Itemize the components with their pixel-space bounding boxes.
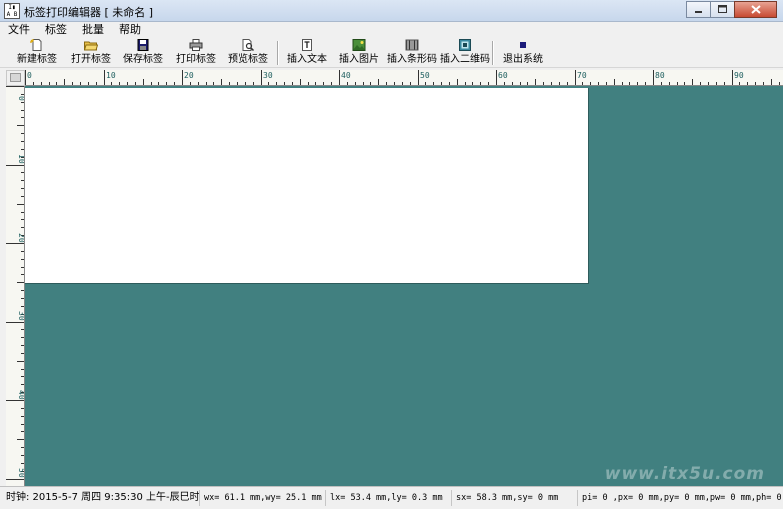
vertical-ruler-graphic: 0 10 20 30 40 50 <box>6 86 25 480</box>
close-button[interactable] <box>734 1 777 18</box>
ruler-corner[interactable] <box>6 70 25 86</box>
window-controls <box>686 1 777 19</box>
menu-file[interactable]: 文件 <box>0 22 37 38</box>
ruler-origin-knob[interactable] <box>10 73 21 82</box>
new-document-icon <box>30 39 42 51</box>
watermark: www.itx5u.com <box>604 464 765 484</box>
ruler-h-label: 20 <box>184 71 194 80</box>
exit-system-label: 退出系统 <box>503 54 543 65</box>
horizontal-ruler: 0 10 20 30 40 50 60 70 80 90 <box>25 70 783 86</box>
insert-barcode-button[interactable]: 插入条形码 <box>387 39 437 67</box>
ruler-h-label: 40 <box>341 71 351 80</box>
design-workspace[interactable]: www.itx5u.com <box>25 86 783 486</box>
status-parameters: pi= 0 ,px= 0 mm,py= 0 mm,pw= 0 mm,ph= 0 … <box>582 493 781 503</box>
ruler-v-label: 50 <box>17 468 25 478</box>
toolbar-separator <box>277 41 279 65</box>
minimize-icon <box>695 11 702 13</box>
ruler-h-label: 0 <box>27 71 32 80</box>
toolbar: 新建标签 打开标签 保存标签 打印标签 预览标签 插入文本 插入图片 插入条形码… <box>0 38 783 68</box>
status-object-position: lx= 53.4 mm,ly= 0.3 mm <box>328 490 452 506</box>
open-label-label: 打开标签 <box>71 54 111 65</box>
maximize-icon <box>718 5 727 13</box>
floppy-disk-icon <box>137 39 149 51</box>
status-mouse-position: wx= 61.1 mm,wy= 25.1 mm <box>202 490 326 506</box>
ruler-h-label: 80 <box>655 71 665 80</box>
status-clock: 时钟: 2015-5-7 周四 9:35:30 上午-辰巳时 <box>4 490 200 506</box>
close-icon <box>750 5 761 14</box>
maximize-button[interactable] <box>710 1 735 18</box>
ruler-h-label: 30 <box>263 71 273 80</box>
toolbar-separator <box>492 41 494 65</box>
menu-bar: 文件 标签 批量 帮助 <box>0 22 783 38</box>
ruler-v-label: 40 <box>17 390 25 400</box>
menu-help[interactable]: 帮助 <box>111 22 148 38</box>
title-bar[interactable]: I▮ A B 标签打印编辑器 [ 未命名 ] <box>0 0 783 22</box>
picture-icon <box>352 39 366 51</box>
menu-batch[interactable]: 批量 <box>74 22 111 38</box>
insert-qrcode-button[interactable]: 插入二维码 <box>440 39 490 67</box>
save-label-label: 保存标签 <box>123 54 163 65</box>
menu-label[interactable]: 标签 <box>37 22 74 38</box>
label-canvas[interactable] <box>25 88 589 284</box>
preview-label-button[interactable]: 预览标签 <box>228 39 268 67</box>
insert-image-label: 插入图片 <box>339 54 379 65</box>
insert-text-label: 插入文本 <box>287 54 327 65</box>
ruler-v-label: 30 <box>17 311 25 321</box>
exit-square-icon <box>520 42 526 48</box>
minimize-button[interactable] <box>686 1 711 18</box>
print-preview-icon <box>242 39 255 51</box>
ruler-h-label: 60 <box>498 71 508 80</box>
status-object-size: sx= 58.3 mm,sy= 0 mm <box>454 490 578 506</box>
new-label-button[interactable]: 新建标签 <box>17 39 57 67</box>
horizontal-ruler-graphic: 0 10 20 30 40 50 60 70 80 90 <box>25 70 780 85</box>
ruler-v-label: 20 <box>17 233 25 243</box>
ruler-v-label: 0 <box>17 96 25 101</box>
print-label-button[interactable]: 打印标签 <box>176 39 216 67</box>
app-logo-icon: I▮ A B <box>4 3 20 19</box>
preview-label-label: 预览标签 <box>228 54 268 65</box>
ruler-h-label: 10 <box>106 71 116 80</box>
status-bar: 时钟: 2015-5-7 周四 9:35:30 上午-辰巳时 wx= 61.1 … <box>0 486 783 509</box>
open-label-button[interactable]: 打开标签 <box>71 39 111 67</box>
insert-image-button[interactable]: 插入图片 <box>339 39 379 67</box>
print-label-label: 打印标签 <box>176 54 216 65</box>
printer-icon <box>189 39 203 51</box>
text-document-icon <box>302 39 312 51</box>
insert-text-button[interactable]: 插入文本 <box>287 39 327 67</box>
window-title: 标签打印编辑器 [ 未命名 ] <box>24 6 154 19</box>
open-folder-icon <box>84 41 98 51</box>
insert-barcode-label: 插入条形码 <box>387 54 437 65</box>
qrcode-icon <box>459 39 471 51</box>
new-label-label: 新建标签 <box>17 54 57 65</box>
ruler-h-label: 90 <box>734 71 744 80</box>
ruler-v-label: 10 <box>17 154 25 164</box>
barcode-icon <box>405 39 419 51</box>
ruler-h-label: 70 <box>577 71 587 80</box>
exit-system-button[interactable]: 退出系统 <box>503 39 543 67</box>
insert-qrcode-label: 插入二维码 <box>440 54 490 65</box>
ruler-h-label: 50 <box>420 71 430 80</box>
save-label-button[interactable]: 保存标签 <box>123 39 163 67</box>
vertical-ruler: 0 10 20 30 40 50 <box>6 86 25 486</box>
